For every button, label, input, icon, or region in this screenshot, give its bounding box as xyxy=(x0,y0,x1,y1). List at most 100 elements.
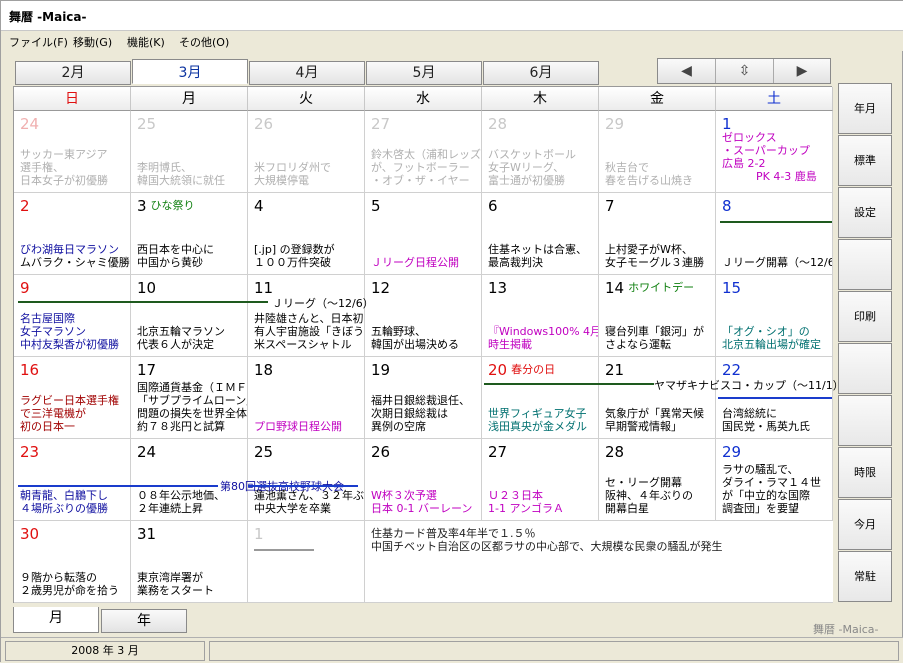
day-cell[interactable]: 30 ９階から転落の ２歳男児が命を拾う xyxy=(14,521,131,603)
event-text: 女子Wリーグ、 xyxy=(488,161,565,174)
day-cell[interactable]: 27 鈴木啓太（浦和レッズ） が、フットボーラー ・オブ・ザ・イヤー xyxy=(365,111,482,193)
holiday-label: 春分の日 xyxy=(511,363,556,376)
side-button[interactable]: 時限 xyxy=(838,447,892,498)
event-text: 大規模停電 xyxy=(254,174,309,187)
day-cell[interactable]: 26 W杯３次予選 日本 0-1 バーレーン xyxy=(365,439,482,521)
side-button[interactable]: 今月 xyxy=(838,499,892,550)
side-button[interactable]: 常駐 xyxy=(838,551,892,602)
day-cell[interactable]: 住基カード普及率4年半で１.５％ 中国チベット自治区の区都ラサの中心部で、大規模な… xyxy=(365,521,833,603)
event-text: １００万件突破 xyxy=(254,256,331,269)
next-month-icon[interactable]: ▶ xyxy=(774,59,830,83)
tab-month-may[interactable]: 5月 xyxy=(366,61,482,85)
title-bar: 舞暦 -Maica- xyxy=(1,1,903,31)
event-text: 台湾総統に xyxy=(722,407,777,420)
day-cell[interactable]: 15 「オグ・シオ」の 北京五輪出場が確定 xyxy=(716,275,833,357)
event-text: 選手権、 xyxy=(20,161,64,174)
day-cell[interactable]: 12 五輪野球、 韓国が出場決める xyxy=(365,275,482,357)
day-cell[interactable]: 29 秋吉台で 春を告げる山焼き xyxy=(599,111,716,193)
day-cell[interactable]: 21 気象庁が「異常天候 早期警戒情報」 xyxy=(599,357,716,439)
day-cell[interactable]: 27 Ｕ２３日本 1-1 アンゴラＡ xyxy=(482,439,599,521)
side-button[interactable] xyxy=(838,343,892,394)
day-cell[interactable]: 14 ホワイトデー 寝台列車「銀河」が さよなら運転 xyxy=(599,275,716,357)
tab-view-month[interactable]: 月 xyxy=(13,607,99,633)
day-cell[interactable]: 23 朝青龍、白鵬下し ４場所ぶりの優勝 xyxy=(14,439,131,521)
menu-file[interactable]: ファイル(F) xyxy=(9,34,68,50)
day-cell[interactable]: 20 春分の日 世界フィギュア女子 浅田真央が金メダル xyxy=(482,357,599,439)
day-cell[interactable]: 24 サッカー東アジア 選手権、 日本女子が初優勝 xyxy=(14,111,131,193)
day-cell[interactable]: 10 北京五輪マラソン 代表６人が決定 xyxy=(131,275,248,357)
event-text: [.jp] の登録数が xyxy=(254,243,335,256)
side-button[interactable]: 標準 xyxy=(838,135,892,186)
day-number: 5 xyxy=(371,197,381,215)
day-cell[interactable]: 6 住基ネットは合憲、 最高裁判決 xyxy=(482,193,599,275)
event-text: 名古屋国際 xyxy=(20,312,75,325)
event-text: 阪神、４年ぶりの xyxy=(605,489,693,502)
day-cell[interactable]: 19 福井日銀総裁退任、 次期日銀総裁は 異例の空席 xyxy=(365,357,482,439)
event-text: 次期日銀総裁は xyxy=(371,407,448,420)
day-cell[interactable]: 4 [.jp] の登録数が １００万件突破 xyxy=(248,193,365,275)
day-cell[interactable]: 17 国際通貨基金（ＩＭＦ） 「サブプライムローン」 問題の損失を世界全体で 約７８兆円… xyxy=(131,357,248,439)
event-text: プロ野球日程公開 xyxy=(254,420,342,433)
event-text: ・オブ・ザ・イヤー xyxy=(371,174,470,187)
day-cell[interactable]: 16 ラグビー日本選手権 で三洋電機が 初の日本一 xyxy=(14,357,131,439)
day-number: 23 xyxy=(20,443,39,461)
event-text: 女子マラソン xyxy=(20,325,86,338)
tab-month-feb[interactable]: 2月 xyxy=(15,61,131,85)
day-cell[interactable]: 9 名古屋国際 女子マラソン 中村友梨香が初優勝 xyxy=(14,275,131,357)
tab-month-apr[interactable]: 4月 xyxy=(249,61,365,85)
day-number-text: 6 xyxy=(488,197,498,215)
day-cell[interactable]: 31 東京湾岸署が 業務をスタート xyxy=(131,521,248,603)
day-cell[interactable]: 7 上村愛子がW杯、 女子モーグル３連勝 xyxy=(599,193,716,275)
side-button[interactable]: 印刷 xyxy=(838,291,892,342)
tab-month-mar[interactable]: 3月 xyxy=(132,59,248,84)
day-cell[interactable]: 28 セ・リーグ開幕 阪神、４年ぶりの 開幕白星 xyxy=(599,439,716,521)
day-cell[interactable]: 1 ゼロックス ・スーパーカップ 広島 2-2 PK 4-3 鹿島 xyxy=(716,111,833,193)
day-number-text: 15 xyxy=(722,279,742,297)
menu-move[interactable]: 移動(G) xyxy=(73,34,112,50)
day-number-text: 20 xyxy=(488,361,508,379)
day-cell[interactable]: 3 ひな祭り 西日本を中心に 中国から黄砂 xyxy=(131,193,248,275)
status-bar: 2008 年 3 月 xyxy=(1,637,903,663)
event-text: ０８年公示地価、 xyxy=(137,489,225,502)
event-text: 日本女子が初優勝 xyxy=(20,174,108,187)
day-cell[interactable]: 2 びわ湖毎日マラソン ムバラク・シャミ優勝 xyxy=(14,193,131,275)
day-number: 26 xyxy=(254,115,273,133)
side-button[interactable] xyxy=(838,239,892,290)
event-text: 気象庁が「異常天候 xyxy=(605,407,704,420)
day-cell[interactable]: 28 バスケットボール 女子Wリーグ、 富士通が初優勝 xyxy=(482,111,599,193)
day-number-text: 7 xyxy=(605,197,615,215)
day-cell[interactable]: 18 プロ野球日程公開 xyxy=(248,357,365,439)
day-cell[interactable]: 25 李明博氏、 韓国大統領に就任 xyxy=(131,111,248,193)
event-text: 国際通貨基金（ＩＭＦ） xyxy=(137,381,248,394)
prev-month-icon[interactable]: ◀ xyxy=(658,59,716,83)
scroll-handle-icon[interactable]: ⇳ xyxy=(716,59,774,83)
side-button[interactable] xyxy=(838,395,892,446)
day-number: 14 ホワイトデー xyxy=(605,279,694,297)
day-cell[interactable]: 8 Ｊリーグ開幕（〜12/6） xyxy=(716,193,833,275)
event-text: 上村愛子がW杯、 xyxy=(605,243,693,256)
day-number: 25 xyxy=(254,443,273,461)
day-number: 27 xyxy=(488,443,507,461)
day-cell[interactable]: 5 Ｊリーグ日程公開 xyxy=(365,193,482,275)
side-button[interactable]: 年月 xyxy=(838,83,892,134)
day-cell[interactable]: 26 米フロリダ州で 大規模停電 xyxy=(248,111,365,193)
tab-month-jun[interactable]: 6月 xyxy=(483,61,599,85)
tab-view-year[interactable]: 年 xyxy=(101,609,187,633)
day-number-text: 26 xyxy=(254,115,274,133)
event-text: 調査団」を要望 xyxy=(722,502,799,515)
day-cell[interactable]: 1 xyxy=(248,521,365,603)
event-text: 春を告げる山焼き xyxy=(605,174,693,187)
event-text: ラサの騒乱で、 xyxy=(722,463,799,476)
day-cell[interactable]: 11 井陸雄さんと、日本初の 有人宇宙施設「きぼう」 米スペースシャトル xyxy=(248,275,365,357)
event-text: 富士通が初優勝 xyxy=(488,174,565,187)
day-cell[interactable]: 29 ラサの騒乱で、 ダライ・ラマ１４世 が「中立的な国際 調査団」を要望 xyxy=(716,439,833,521)
menu-other[interactable]: その他(O) xyxy=(179,34,229,50)
day-cell[interactable]: 13 『Windows100% 4月号』時生掲載 xyxy=(482,275,599,357)
day-number-text: 5 xyxy=(371,197,381,215)
side-button[interactable]: 設定 xyxy=(838,187,892,238)
day-number-text: 11 xyxy=(254,279,274,297)
side-panel: 年月 標準 設定印刷時限 今月 常駐 xyxy=(838,83,892,605)
day-number-text: 23 xyxy=(20,443,40,461)
menu-function[interactable]: 機能(K) xyxy=(127,34,165,50)
menu-bar: ファイル(F) 移動(G) 機能(K) その他(O) xyxy=(1,31,903,51)
